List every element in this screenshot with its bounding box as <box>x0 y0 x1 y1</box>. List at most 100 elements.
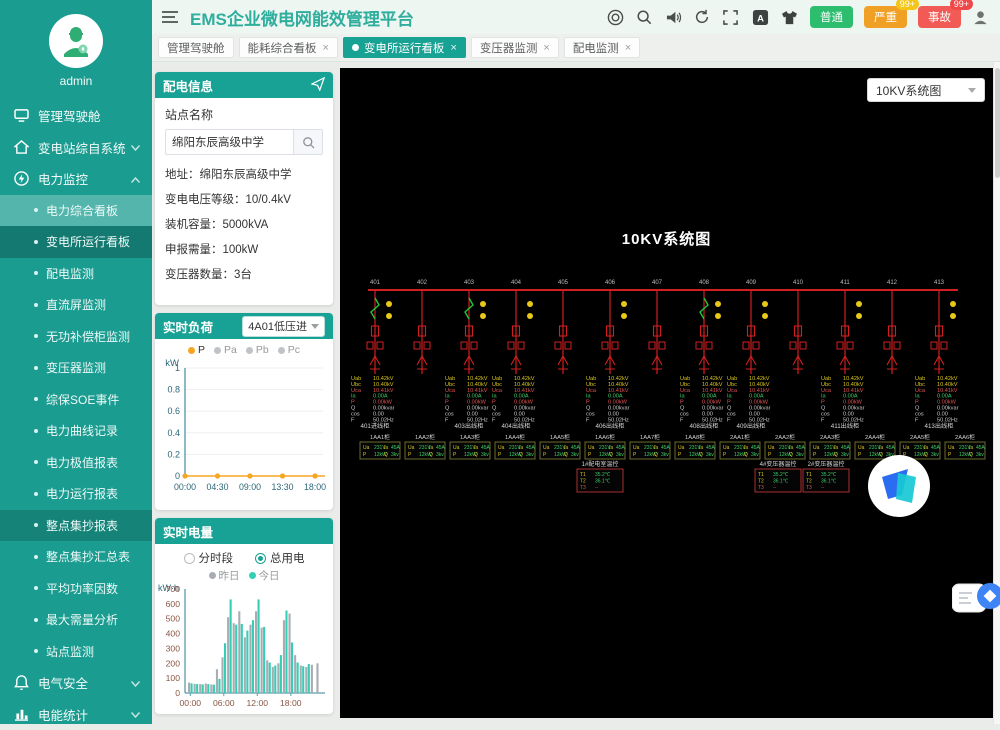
legend-item-昨日[interactable]: 昨日 <box>209 568 240 583</box>
radio-总用电[interactable]: 总用电 <box>255 550 305 566</box>
svg-text:Q: Q <box>564 452 568 458</box>
legend-item-Pc[interactable]: Pc <box>278 344 300 356</box>
alarm-badge-severe[interactable]: 严重 99+ <box>864 6 907 28</box>
sidebar-subitem-电力极值报表[interactable]: 电力极值报表 <box>0 447 152 479</box>
sidebar-subitem-平均功率因数[interactable]: 平均功率因数 <box>0 573 152 605</box>
tab-能耗综合看板[interactable]: 能耗综合看板× <box>239 37 338 58</box>
chevron-up-icon <box>131 172 140 186</box>
remote-tool-logo[interactable] <box>868 455 930 517</box>
engineer-avatar-icon <box>59 24 93 58</box>
tab-变电所运行看板[interactable]: 变电所运行看板× <box>343 37 466 58</box>
load-line-chart: kW10.80.60.40.2000:0004:3009:0013:3018:0… <box>155 356 331 500</box>
sidebar-item-电气安全[interactable]: 电气安全 <box>0 667 152 699</box>
chevron-down-icon <box>131 707 140 721</box>
sidebar-subitem-电力综合看板[interactable]: 电力综合看板 <box>0 195 152 227</box>
svg-text:Ua: Ua <box>858 445 865 451</box>
app-title: EMS企业微电网能效管理平台 <box>190 5 414 30</box>
sidebar-subitem-直流屏监测[interactable]: 直流屏监测 <box>0 289 152 321</box>
svg-text:413: 413 <box>934 280 945 286</box>
svg-text:500: 500 <box>166 614 181 624</box>
sidebar-subitem-电力运行报表[interactable]: 电力运行报表 <box>0 478 152 510</box>
svg-text:Ia: Ia <box>879 445 883 451</box>
target-icon[interactable] <box>607 8 625 26</box>
sidebar-subitem-综保SOE事件[interactable]: 综保SOE事件 <box>0 384 152 416</box>
svg-text:Ia: Ia <box>564 445 568 451</box>
sidebar-subitem-变压器监测[interactable]: 变压器监测 <box>0 352 152 384</box>
tab-label: 管理驾驶舱 <box>167 40 225 56</box>
sidebar-subitem-label: 变电所运行看板 <box>46 233 130 250</box>
svg-text:1#配电室温控: 1#配电室温控 <box>582 460 619 468</box>
search-icon[interactable] <box>636 8 654 26</box>
site-search-button[interactable] <box>293 129 323 155</box>
svg-text:09:00: 09:00 <box>239 482 261 492</box>
theme-shirt-icon[interactable] <box>781 8 799 26</box>
send-icon[interactable] <box>311 77 325 94</box>
translate-icon[interactable]: A <box>752 8 770 26</box>
info-field: 地址：绵阳东辰高级中学 <box>165 163 323 188</box>
legend-label: Pc <box>288 344 300 356</box>
sidebar-item-label: 电能统计 <box>38 705 88 724</box>
legend-item-P[interactable]: P <box>188 344 205 356</box>
svg-text:Ia: Ia <box>384 445 388 451</box>
bell-icon <box>14 675 30 691</box>
site-name-input[interactable] <box>165 129 293 155</box>
legend-item-Pa[interactable]: Pa <box>214 344 237 356</box>
svg-text:36.1℃: 36.1℃ <box>595 479 611 485</box>
svg-text:45A: 45A <box>886 445 896 451</box>
sidebar-subitem-整点集抄报表[interactable]: 整点集抄报表 <box>0 510 152 542</box>
svg-text:Ia: Ia <box>924 445 928 451</box>
svg-text:Q: Q <box>609 452 613 458</box>
menu-toggle-icon[interactable] <box>162 8 180 26</box>
sidebar-subitem-label: 电力极值报表 <box>46 454 118 471</box>
svg-text:45A: 45A <box>616 445 626 451</box>
svg-text:3kv: 3kv <box>616 452 624 458</box>
svg-text:100: 100 <box>166 673 181 683</box>
single-line-diagram-canvas: 10KV系统图 10KV系统图 401402403404405406407408… <box>340 68 993 718</box>
sidebar-subitem-最大需量分析[interactable]: 最大需量分析 <box>0 604 152 636</box>
sidebar-item-管理驾驶舱[interactable]: 管理驾驶舱 <box>0 100 152 132</box>
svg-text:Ia: Ia <box>699 445 703 451</box>
user-icon[interactable] <box>972 8 990 26</box>
load-circuit-select[interactable]: 4A01低压进 <box>242 316 325 337</box>
svg-text:3kv: 3kv <box>751 452 759 458</box>
svg-text:2#变压器温控: 2#变压器温控 <box>808 460 845 468</box>
speaker-icon[interactable] <box>665 8 683 26</box>
feedback-float-widget[interactable] <box>952 578 1000 623</box>
radio-icon <box>255 553 266 564</box>
tab-close-icon[interactable]: × <box>323 42 329 54</box>
tab-管理驾驶舱[interactable]: 管理驾驶舱 <box>158 37 234 58</box>
tab-配电监测[interactable]: 配电监测× <box>564 37 640 58</box>
sidebar-subitem-电力曲线记录[interactable]: 电力曲线记录 <box>0 415 152 447</box>
tab-变压器监测[interactable]: 变压器监测× <box>471 37 559 58</box>
svg-text:403出线柜: 403出线柜 <box>455 422 484 430</box>
svg-text:411出线柜: 411出线柜 <box>831 422 859 430</box>
svg-text:36.1℃: 36.1℃ <box>773 479 789 485</box>
svg-text:409出线柜: 409出线柜 <box>737 422 766 430</box>
tab-close-icon[interactable]: × <box>543 42 549 54</box>
svg-text:0.8: 0.8 <box>167 385 180 395</box>
svg-text:Ia: Ia <box>969 445 973 451</box>
sidebar-subitem-整点集抄汇总表[interactable]: 整点集抄汇总表 <box>0 541 152 573</box>
sidebar-subitem-配电监测[interactable]: 配电监测 <box>0 258 152 290</box>
radio-分时段[interactable]: 分时段 <box>184 550 234 566</box>
svg-text:45A: 45A <box>796 445 806 451</box>
legend-item-今日[interactable]: 今日 <box>249 568 280 583</box>
fullscreen-icon[interactable] <box>723 8 741 26</box>
dashboard-icon <box>14 108 30 124</box>
scrollbar-thumb[interactable] <box>995 68 1000 178</box>
sidebar-subitem-变电所运行看板[interactable]: 变电所运行看板 <box>0 226 152 258</box>
svg-text:Ua: Ua <box>723 445 730 451</box>
scrollbar[interactable] <box>993 62 1000 724</box>
sidebar-item-电能统计[interactable]: 电能统计 <box>0 699 152 730</box>
sidebar-subitem-站点监测[interactable]: 站点监测 <box>0 636 152 668</box>
alarm-badge-normal[interactable]: 普通 <box>810 6 853 28</box>
tab-close-icon[interactable]: × <box>625 42 631 54</box>
avatar[interactable] <box>49 14 103 68</box>
sidebar-item-变电站综自系统[interactable]: 变电站综自系统 <box>0 132 152 164</box>
legend-item-Pb[interactable]: Pb <box>246 344 269 356</box>
sidebar-item-电力监控[interactable]: 电力监控 <box>0 163 152 195</box>
sidebar-subitem-无功补偿柜监测[interactable]: 无功补偿柜监测 <box>0 321 152 353</box>
refresh-icon[interactable] <box>694 8 712 26</box>
tab-close-icon[interactable]: × <box>450 42 456 54</box>
alarm-badge-accident[interactable]: 事故 99+ <box>918 6 961 28</box>
